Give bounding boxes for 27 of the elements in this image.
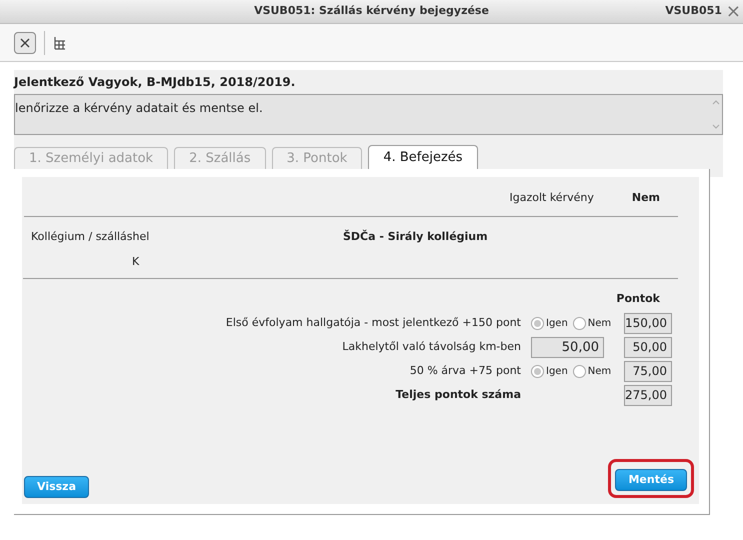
row-label: Első évfolyam hallgatója - most jelentkező +150 pont [224, 314, 522, 331]
hierarchy-icon[interactable] [53, 36, 67, 50]
header-text: Jelentkező Vagyok, B-MJdb15, 2018/2019. [14, 74, 296, 91]
window-code: VSUB051 [665, 3, 722, 20]
input-field[interactable]: 50,00 [531, 336, 604, 358]
row-label: 50 % árva +75 pont [408, 362, 522, 379]
radio-option[interactable]: Nem [572, 364, 612, 378]
field-value: Nem [632, 190, 660, 206]
points-field: 150,00 [624, 312, 672, 334]
row-label: Teljes pontok száma [394, 386, 522, 403]
radio-option[interactable]: Igen [531, 364, 568, 378]
window-title: VSUB051: Szállás kérvény bejegyzése [254, 3, 489, 20]
field-value: ŠDČa - Sirály kollégium [343, 229, 488, 245]
radio-option[interactable]: Nem [572, 316, 612, 330]
points-field: 50,00 [624, 336, 672, 358]
tab[interactable]: 4. Befejezés [368, 145, 478, 169]
field-label: Igazolt kérvény [509, 190, 594, 206]
points-field: 75,00 [624, 360, 672, 382]
close-icon[interactable] [14, 32, 36, 54]
message-box: lenőrizze a kérvény adatait és mentse el. [14, 94, 723, 135]
radio-option[interactable]: Igen [531, 316, 568, 330]
row-label: Lakhelytől való távolság km-ben [341, 338, 522, 355]
column-header: Pontok [616, 291, 660, 307]
close-button[interactable]: × [726, 2, 742, 20]
field-label: Kollégium / szálláshel [31, 229, 150, 245]
field-label: K [131, 254, 140, 270]
points-field: 275,00 [624, 384, 672, 406]
